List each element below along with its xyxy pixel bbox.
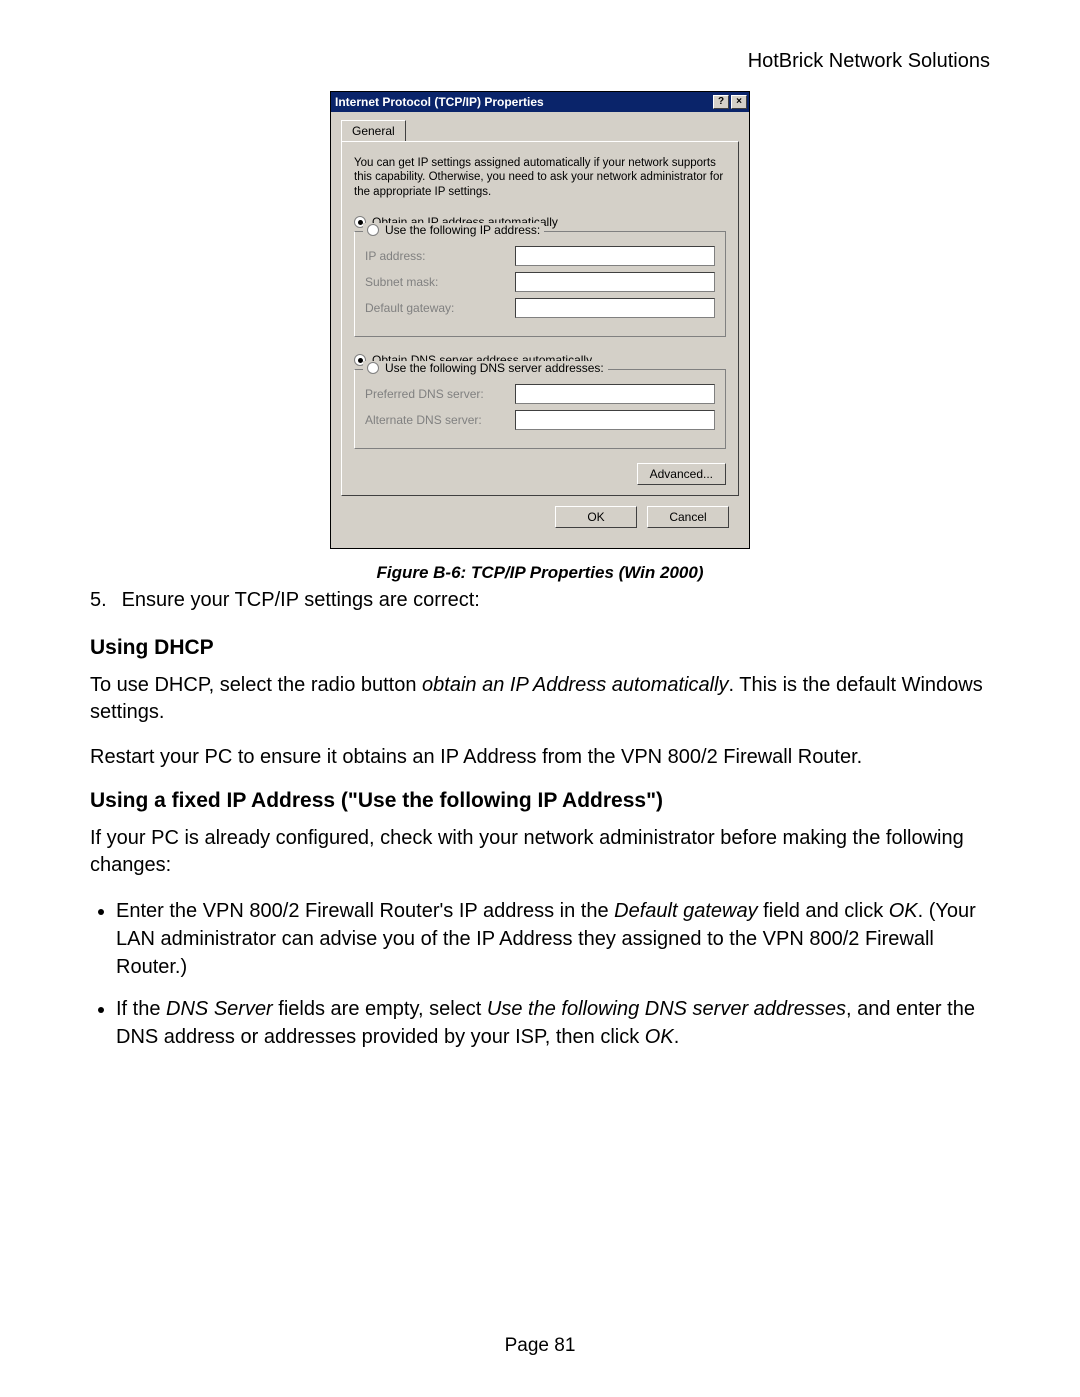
alternate-dns-input[interactable] — [515, 410, 715, 430]
heading-fixed-ip: Using a fixed IP Address ("Use the follo… — [90, 789, 990, 813]
tab-panel-general: You can get IP settings assigned automat… — [341, 141, 739, 496]
ok-button[interactable]: OK — [555, 506, 637, 528]
close-button[interactable]: × — [731, 95, 747, 109]
radio-ip-manual-label: Use the following IP address: — [385, 223, 540, 237]
dialog-description: You can get IP settings assigned automat… — [354, 156, 726, 199]
cancel-button[interactable]: Cancel — [647, 506, 729, 528]
ip-address-input[interactable] — [515, 246, 715, 266]
dns-address-group: Use the following DNS server addresses: … — [354, 369, 726, 449]
step-5-number: 5. — [90, 589, 116, 612]
subnet-mask-input[interactable] — [515, 272, 715, 292]
page-number: Page 81 — [0, 1335, 1080, 1357]
bullet-1: Enter the VPN 800/2 Firewall Router's IP… — [116, 897, 990, 981]
radio-dns-manual[interactable] — [367, 362, 379, 374]
bullet-2: If the DNS Server fields are empty, sele… — [116, 995, 990, 1051]
step-5-text: Ensure your TCP/IP settings are correct: — [122, 589, 480, 611]
preferred-dns-input[interactable] — [515, 384, 715, 404]
dhcp-paragraph-1: To use DHCP, select the radio button obt… — [90, 672, 990, 726]
tab-general[interactable]: General — [341, 120, 406, 141]
dialog-title: Internet Protocol (TCP/IP) Properties — [335, 95, 711, 109]
advanced-button[interactable]: Advanced... — [637, 463, 726, 485]
fixed-intro: If your PC is already configured, check … — [90, 825, 990, 879]
default-gateway-input[interactable] — [515, 298, 715, 318]
dialog-titlebar: Internet Protocol (TCP/IP) Properties ? … — [331, 92, 749, 112]
default-gateway-label: Default gateway: — [365, 301, 515, 315]
tcpip-properties-dialog: Internet Protocol (TCP/IP) Properties ? … — [330, 91, 750, 549]
alternate-dns-label: Alternate DNS server: — [365, 413, 515, 427]
radio-dns-manual-label: Use the following DNS server addresses: — [385, 361, 604, 375]
heading-using-dhcp: Using DHCP — [90, 636, 990, 660]
fixed-ip-bullets: Enter the VPN 800/2 Firewall Router's IP… — [116, 897, 990, 1051]
help-button[interactable]: ? — [713, 95, 729, 109]
ip-address-label: IP address: — [365, 249, 515, 263]
subnet-mask-label: Subnet mask: — [365, 275, 515, 289]
figure-caption: Figure B-6: TCP/IP Properties (Win 2000) — [90, 563, 990, 583]
radio-ip-manual[interactable] — [367, 224, 379, 236]
page-header-brand: HotBrick Network Solutions — [90, 50, 990, 73]
dhcp-paragraph-2: Restart your PC to ensure it obtains an … — [90, 744, 990, 771]
preferred-dns-label: Preferred DNS server: — [365, 387, 515, 401]
ip-address-group: Use the following IP address: IP address… — [354, 231, 726, 337]
step-5: 5. Ensure your TCP/IP settings are corre… — [90, 589, 990, 612]
